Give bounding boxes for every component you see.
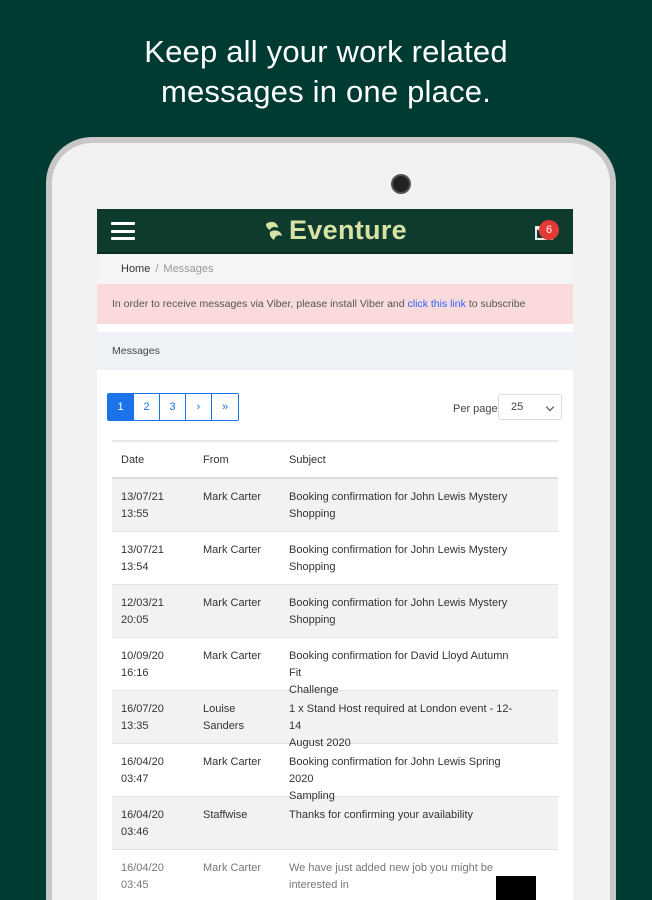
message-from: Mark Carter bbox=[203, 862, 262, 874]
message-date: 16/07/20 13:35 bbox=[121, 703, 164, 732]
eventure-logo-mark-icon bbox=[266, 221, 283, 240]
message-from: Mark Carter bbox=[203, 756, 262, 768]
app-screen: Eventure 6 Home / Messages In order to rec… bbox=[97, 209, 573, 900]
message-date: 16/04/20 03:47 bbox=[121, 756, 164, 785]
message-subject: Booking confirmation for John Lewis Myst… bbox=[289, 544, 508, 573]
brand-logo[interactable]: Eventure bbox=[97, 215, 573, 246]
messages-table: Date From Subject 13/07/21 13:55 Mark Car… bbox=[112, 440, 558, 900]
message-subject: Booking confirmation for John Lewis Myst… bbox=[289, 597, 508, 626]
message-date: 13/07/21 13:55 bbox=[121, 491, 164, 520]
column-header-date[interactable]: Date bbox=[112, 454, 203, 466]
camera-icon bbox=[391, 174, 411, 194]
per-page-label: Per page bbox=[453, 403, 498, 415]
message-from: Mark Carter bbox=[203, 491, 262, 503]
message-date: 16/04/20 03:46 bbox=[121, 809, 164, 838]
message-from: Mark Carter bbox=[203, 597, 262, 609]
breadcrumb-current: Messages bbox=[163, 263, 214, 275]
table-row[interactable]: 10/09/20 16:16 Mark Carter Booking confir… bbox=[112, 638, 558, 696]
table-row[interactable]: 12/03/21 20:05 Mark Carter Booking confir… bbox=[112, 585, 558, 638]
breadcrumb: Home / Messages bbox=[97, 254, 573, 284]
section-title: Messages bbox=[97, 332, 573, 370]
viber-subscribe-link[interactable]: click this link bbox=[408, 298, 466, 310]
promo-headline: Keep all your work related messages in o… bbox=[0, 32, 652, 112]
next-page-button[interactable]: › bbox=[186, 394, 212, 420]
table-header: Date From Subject bbox=[112, 442, 558, 479]
per-page-select[interactable]: 25 bbox=[498, 394, 562, 420]
breadcrumb-home[interactable]: Home bbox=[121, 263, 150, 275]
message-date: 10/09/20 16:16 bbox=[121, 650, 164, 679]
message-subject: Thanks for confirming your availability bbox=[289, 809, 474, 821]
pagination: 1 2 3 › » bbox=[107, 393, 239, 421]
message-from: Mark Carter bbox=[203, 650, 262, 662]
viber-alert: In order to receive messages via Viber, … bbox=[97, 284, 573, 324]
message-date: 16/04/20 03:45 bbox=[121, 862, 164, 891]
message-subject: We have just added new job you might be i… bbox=[289, 862, 494, 891]
list-controls: 1 2 3 › » Per page 25 bbox=[97, 370, 573, 440]
alert-text-prefix: In order to receive messages via Viber, … bbox=[112, 298, 405, 310]
message-date: 12/03/21 20:05 bbox=[121, 597, 164, 626]
tablet-frame: Eventure 6 Home / Messages In order to rec… bbox=[46, 137, 616, 900]
table-row[interactable]: 13/07/21 13:55 Mark Carter Booking confir… bbox=[112, 479, 558, 532]
table-row[interactable]: 16/04/20 03:45 Mark Carter We have just a… bbox=[112, 850, 558, 900]
redaction-box bbox=[496, 876, 536, 900]
page-1-button[interactable]: 1 bbox=[108, 394, 134, 420]
message-subject: 1 x Stand Host required at London event … bbox=[289, 703, 513, 749]
table-body: 13/07/21 13:55 Mark Carter Booking confir… bbox=[112, 479, 558, 900]
message-subject: Booking confirmation for David Lloyd Aut… bbox=[289, 650, 509, 696]
table-row[interactable]: 13/07/21 13:54 Mark Carter Booking confir… bbox=[112, 532, 558, 585]
breadcrumb-separator: / bbox=[155, 263, 159, 275]
promo-headline-line-2: messages in one place. bbox=[160, 74, 492, 109]
page-2-button[interactable]: 2 bbox=[134, 394, 160, 420]
page-3-button[interactable]: 3 bbox=[160, 394, 186, 420]
message-from: Staffwise bbox=[203, 809, 248, 821]
alert-text-suffix: to subscribe bbox=[468, 298, 526, 310]
message-from: Mark Carter bbox=[203, 544, 262, 556]
message-subject: Booking confirmation for John Lewis Spri… bbox=[289, 756, 501, 802]
last-page-button[interactable]: » bbox=[212, 394, 238, 420]
chevron-down-icon bbox=[545, 402, 555, 412]
message-date: 13/07/21 13:54 bbox=[121, 544, 164, 573]
per-page-value: 25 bbox=[511, 401, 524, 413]
column-header-from[interactable]: From bbox=[203, 454, 289, 466]
app-bar: Eventure 6 bbox=[97, 209, 573, 254]
brand-name: Eventure bbox=[289, 215, 407, 245]
message-from: Louise Sanders bbox=[203, 703, 244, 732]
unread-count-badge: 6 bbox=[539, 220, 559, 240]
message-subject: Booking confirmation for John Lewis Myst… bbox=[289, 491, 508, 520]
promo-headline-line-1: Keep all your work related bbox=[144, 34, 508, 69]
column-header-subject[interactable]: Subject bbox=[289, 454, 529, 466]
